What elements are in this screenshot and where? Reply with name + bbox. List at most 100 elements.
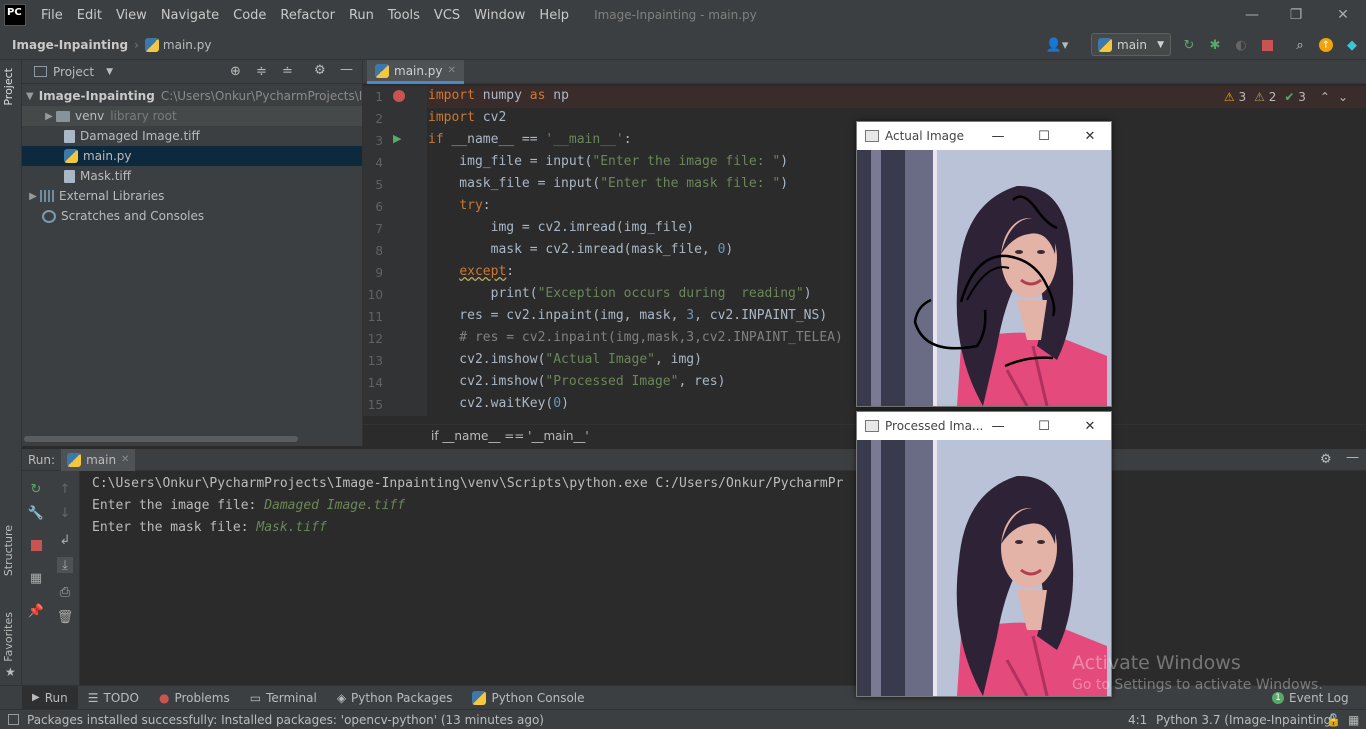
tool-tab-todo[interactable]: ☰ TODO [78,686,149,710]
tab-main-py[interactable]: main.py ✕ [367,60,464,84]
scroll-to-end-icon[interactable]: ⤓ [57,557,73,573]
soft-wrap-icon[interactable]: ↲ [57,532,73,548]
side-tab-structure[interactable]: Structure [2,525,15,576]
tree-item-main-py[interactable]: main.py [22,146,362,166]
menu-code[interactable]: Code [226,8,273,23]
close-tab-icon[interactable]: ✕ [448,65,456,76]
chevron-down-icon[interactable]: ▼ [26,91,34,102]
maximize-icon[interactable]: ☐ [1021,122,1067,150]
code-line-10[interactable]: print("Exception occurs during reading") [428,286,812,301]
trash-icon[interactable]: 🗑 [57,609,74,625]
arrow-up-icon[interactable]: ↑ [57,481,73,497]
menu-edit[interactable]: Edit [70,8,109,23]
search-icon[interactable]: ⌕ [1292,37,1308,53]
chevron-down-icon[interactable]: ⌄ [1338,90,1348,104]
rerun-icon[interactable]: ↻ [28,481,44,497]
code-line-7[interactable]: img = cv2.imread(img_file) [428,220,695,235]
stop-icon[interactable] [28,537,44,553]
arrow-down-icon[interactable]: ↓ [57,505,73,521]
close-icon[interactable]: ✕ [1320,0,1366,30]
code-line-15[interactable]: cv2.waitKey(0) [428,396,569,411]
code-line-14[interactable]: cv2.imshow("Processed Image", res) [428,374,725,389]
tree-item-venv[interactable]: ▶ venv library root [22,106,362,126]
pin-icon[interactable]: 📌 [28,603,44,619]
breadcrumb-file[interactable]: main.py [144,37,211,52]
tool-tab-run[interactable]: ▶ Run [22,685,78,710]
rerun-icon[interactable]: ↻ [1181,37,1197,53]
menu-view[interactable]: View [109,8,154,23]
menu-help[interactable]: Help [532,8,576,23]
hide-panel-icon[interactable]: — [1346,450,1359,465]
coverage-icon[interactable]: ◐ [1233,37,1249,53]
tool-tab-python-console[interactable]: Python Console [462,686,594,710]
inspection-widget[interactable]: ⚠ 3 ⚠ 2 ✔ 3 ⌃ ⌄ [1224,90,1348,104]
run-gutter-icon[interactable]: ▶ [393,132,401,145]
layout-toggle-icon[interactable] [8,714,19,725]
user-icon[interactable]: 👤▾ [1044,37,1070,53]
run-tab-main[interactable]: main ✕ [61,448,136,471]
hide-panel-icon[interactable]: — [340,62,353,77]
lock-icon[interactable]: 🔓 [1326,713,1341,727]
chevron-right-icon[interactable]: ▶ [42,111,56,122]
tool-tab-python-packages[interactable]: ◈ Python Packages [327,686,463,710]
collapse-all-icon[interactable]: ≐ [282,64,293,79]
wrench-icon[interactable]: 🔧 [28,505,44,521]
interpreter-selector[interactable]: Python 3.7 (Image-Inpainting) [1156,713,1336,727]
menu-vcs[interactable]: VCS [427,8,467,23]
gear-icon[interactable]: ⚙ [314,63,326,78]
code-line-9[interactable]: except: [428,264,514,279]
side-tab-favorites[interactable]: Favorites [2,612,15,662]
tree-item-external-libraries[interactable]: ▶ External Libraries [22,186,362,206]
tool-tab-problems[interactable]: ● Problems [149,686,240,710]
side-tab-project[interactable]: Project [2,68,15,106]
breakpoint-icon[interactable] [393,90,405,102]
menu-refactor[interactable]: Refactor [273,8,342,23]
opencv-window-titlebar[interactable]: Processed Ima... — ☐ ✕ [857,412,1111,440]
menu-navigate[interactable]: Navigate [154,8,226,23]
close-icon[interactable]: ✕ [1067,122,1113,150]
minimize-icon[interactable]: — [975,122,1021,150]
minimize-icon[interactable]: — [1229,0,1275,30]
code-line-12[interactable]: # res = cv2.inpaint(img,mask,3,cv2.INPAI… [428,330,843,345]
memory-icon[interactable]: ▦ [1348,713,1359,727]
code-line-8[interactable]: mask = cv2.imread(mask_file, 0) [428,242,734,257]
debug-icon[interactable]: ✱ [1207,37,1223,53]
gear-icon[interactable]: ⚙ [1320,452,1332,467]
stop-icon[interactable] [1259,37,1275,53]
close-tab-icon[interactable]: ✕ [121,454,129,465]
horizontal-scrollbar[interactable] [24,436,298,442]
chevron-down-icon[interactable]: ▼ [106,67,113,77]
expand-all-icon[interactable]: ≑ [256,64,267,79]
code-line-3[interactable]: if __name__ == '__main__': [428,132,632,147]
run-configuration-select[interactable]: main ▼ [1091,33,1171,56]
maximize-icon[interactable]: ☐ [1021,412,1067,440]
minimize-icon[interactable]: — [975,412,1021,440]
menu-window[interactable]: Window [467,8,532,23]
tree-item-scratches[interactable]: Scratches and Consoles [22,206,362,226]
status-message[interactable]: Packages installed successfully: Install… [27,713,544,727]
update-icon[interactable]: ↑ [1318,37,1334,53]
code-line-13[interactable]: cv2.imshow("Actual Image", img) [428,352,702,367]
close-icon[interactable]: ✕ [1067,412,1113,440]
project-panel-title[interactable]: Project [53,65,94,79]
caret-position[interactable]: 4:1 [1128,713,1147,727]
code-line-1[interactable]: import numpy as np [428,88,569,103]
print-icon[interactable]: ⎙ [57,584,73,600]
restore-icon[interactable]: ❐ [1273,0,1319,30]
code-line-11[interactable]: res = cv2.inpaint(img, mask, 3, cv2.INPA… [428,308,827,323]
locate-icon[interactable]: ⊕ [230,64,241,79]
code-line-5[interactable]: mask_file = input("Enter the mask file: … [428,176,788,191]
chevron-up-icon[interactable]: ⌃ [1320,90,1330,104]
tool-tab-terminal[interactable]: ▭ Terminal [240,686,327,710]
breadcrumb-scope[interactable]: if __name__ == '__main__' [431,429,589,443]
tree-item-mask[interactable]: Mask.tiff [22,166,362,186]
opencv-window-titlebar[interactable]: Actual Image — ☐ ✕ [857,122,1111,150]
breadcrumb-project[interactable]: Image-Inpainting [12,38,128,52]
code-line-6[interactable]: try: [428,198,490,213]
layout-icon[interactable]: ▦ [28,570,44,586]
jetbrains-toolbox-icon[interactable]: ◆ [1344,37,1360,53]
menu-file[interactable]: File [34,8,70,23]
menu-run[interactable]: Run [342,8,381,23]
opencv-window-actual[interactable]: Actual Image — ☐ ✕ [856,121,1112,407]
tree-item-project-root[interactable]: ▼ Image-Inpainting C:\Users\Onkur\Pychar… [22,86,362,106]
